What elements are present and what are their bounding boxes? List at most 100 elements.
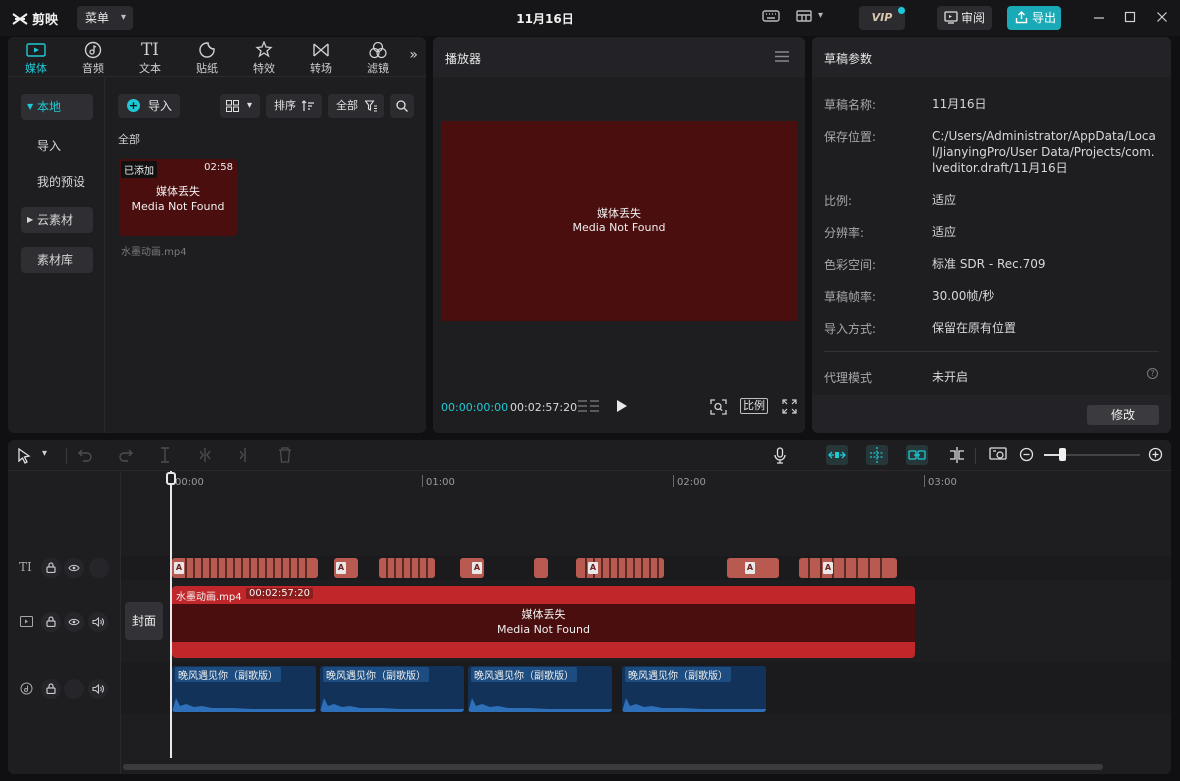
draft-value: C:/Users/Administrator/AppData/Local/Jia…	[932, 129, 1156, 175]
select-cursor-icon[interactable]	[18, 448, 31, 464]
search-button[interactable]	[390, 94, 414, 118]
minimize-icon[interactable]	[1093, 11, 1105, 23]
track-extra-button[interactable]	[64, 679, 84, 699]
text-clip-group[interactable]: A	[799, 558, 897, 578]
ratio-button[interactable]: 比例	[740, 398, 768, 414]
timeline-horizontal-scrollbar[interactable]	[123, 764, 1103, 770]
text-clip-dividers	[386, 558, 428, 578]
more-tabs-icon[interactable]: »	[409, 47, 418, 63]
audio-clip[interactable]: 晚风遇见你（副歌版）	[172, 666, 316, 712]
audio-waveform	[622, 698, 766, 712]
close-icon[interactable]	[1156, 11, 1168, 23]
tab-text[interactable]: TI 文本	[128, 40, 172, 76]
vip-button[interactable]: VIP	[859, 6, 905, 30]
ruler-tick	[422, 475, 423, 487]
audio-clip[interactable]: 晚风遇见你（副歌版）	[622, 666, 766, 712]
play-icon[interactable]	[616, 399, 628, 413]
chevron-down-icon: ▾	[120, 12, 126, 23]
audio-track-header	[8, 677, 121, 701]
sort-button[interactable]: 排序	[266, 94, 322, 118]
tab-filter[interactable]: 滤镜	[356, 40, 400, 76]
sort-icon	[302, 100, 314, 111]
zoom-in-icon[interactable]	[1148, 447, 1163, 462]
funnel-icon	[365, 100, 377, 112]
plus-icon: +	[127, 99, 140, 112]
video-clip-missing-en: Media Not Found	[497, 623, 590, 636]
capcut-logo-icon	[12, 12, 28, 25]
text-clip-group[interactable]: A	[576, 558, 664, 578]
audio-clip[interactable]: 晚风遇见你（副歌版）	[320, 666, 464, 712]
main-track-magnet-icon[interactable]	[826, 445, 848, 465]
microphone-icon[interactable]	[774, 447, 786, 464]
tab-transition[interactable]: 转场	[299, 40, 343, 76]
redo-icon[interactable]	[118, 447, 133, 462]
tab-sticker[interactable]: 贴纸	[185, 40, 229, 76]
fullscreen-icon[interactable]	[782, 399, 797, 414]
split-right-icon[interactable]	[238, 447, 252, 463]
maximize-icon[interactable]	[1124, 11, 1136, 23]
proxy-value: 未开启	[932, 370, 969, 384]
lock-icon	[46, 616, 56, 627]
tab-effects[interactable]: 特效	[242, 40, 286, 76]
tab-filter-label: 滤镜	[367, 62, 389, 75]
auto-snap-icon[interactable]	[866, 445, 888, 465]
nav-import[interactable]: 导入	[21, 133, 93, 159]
video-clip[interactable]: 水墨动画.mp4 00:02:57:20 媒体丢失 Media Not Foun…	[172, 586, 915, 658]
preview-canvas[interactable]: 媒体丢失 Media Not Found	[441, 121, 797, 321]
tab-audio[interactable]: 音频	[71, 40, 115, 76]
video-clip-missing-cn: 媒体丢失	[521, 608, 566, 621]
import-button[interactable]: + 导入	[118, 94, 180, 118]
split-icon[interactable]	[158, 447, 172, 463]
nav-my-presets[interactable]: 我的预设	[21, 169, 93, 195]
layout-icon[interactable]	[796, 9, 812, 23]
playhead-handle[interactable]	[166, 472, 176, 485]
view-mode-button[interactable]: ▾	[220, 94, 260, 118]
modify-button[interactable]: 修改	[1087, 405, 1159, 425]
nav-cloud[interactable]: ▶ 云素材	[21, 207, 93, 233]
text-clip-group[interactable]: A	[460, 558, 484, 578]
zoom-slider-handle[interactable]	[1059, 448, 1066, 461]
linkage-icon[interactable]	[906, 445, 928, 465]
draft-divider	[824, 351, 1159, 352]
track-extra-button[interactable]	[89, 558, 109, 578]
nav-local[interactable]: ▼ 本地	[21, 94, 93, 120]
tab-media[interactable]: 媒体	[14, 40, 58, 76]
review-button[interactable]: 审阅	[937, 6, 992, 30]
playhead[interactable]	[170, 471, 172, 758]
nav-my-presets-label: 我的预设	[37, 175, 86, 189]
export-label: 导出	[1032, 11, 1057, 25]
help-icon[interactable]: ?	[1147, 368, 1158, 379]
keyboard-icon[interactable]	[762, 9, 780, 23]
tab-audio-label: 音频	[82, 62, 104, 75]
audio-clip[interactable]: 晚风遇见你（副歌版）	[468, 666, 612, 712]
text-clip-dividers	[808, 558, 882, 578]
split-left-icon[interactable]	[198, 447, 212, 463]
hamburger-menu-icon[interactable]	[775, 51, 789, 62]
cover-button[interactable]: 封面	[125, 602, 163, 640]
text-clip-dividers	[185, 558, 307, 578]
filter-button[interactable]: 全部	[328, 94, 384, 118]
export-button[interactable]: 导出	[1007, 6, 1061, 30]
undo-icon[interactable]	[78, 447, 93, 462]
text-clip-group[interactable]: A	[334, 558, 358, 578]
draft-key: 草稿帧率:	[824, 290, 877, 304]
draft-key: 草稿名称:	[824, 98, 877, 112]
delete-icon[interactable]	[278, 447, 292, 463]
text-clip-group[interactable]: A	[727, 558, 779, 578]
timecode-grid-icon[interactable]	[578, 399, 600, 414]
select-mode-chevron-icon[interactable]: ▾	[42, 448, 47, 459]
text-clip-group[interactable]	[379, 558, 435, 578]
title-bar: 剪映 菜单 ▾ 11月16日 ▾ VIP 审阅 导出	[0, 0, 1180, 36]
menu-button[interactable]: 菜单 ▾	[77, 6, 133, 30]
zoom-fit-icon[interactable]	[710, 399, 727, 415]
zoom-out-icon[interactable]	[1019, 447, 1034, 462]
layout-chevron-down-icon[interactable]: ▾	[818, 10, 823, 21]
current-timecode: 00:00:00:00	[441, 401, 509, 414]
nav-library[interactable]: 素材库	[21, 247, 93, 273]
thumbnail-toggle-icon[interactable]	[989, 447, 1007, 462]
text-clip-group[interactable]: A	[172, 558, 318, 578]
text-clip-group[interactable]	[534, 558, 548, 578]
added-badge: 已添加	[121, 161, 157, 178]
preview-axis-icon[interactable]	[948, 447, 966, 463]
media-thumbnail[interactable]: 已添加 02:58 媒体丢失 Media Not Found	[119, 159, 237, 236]
